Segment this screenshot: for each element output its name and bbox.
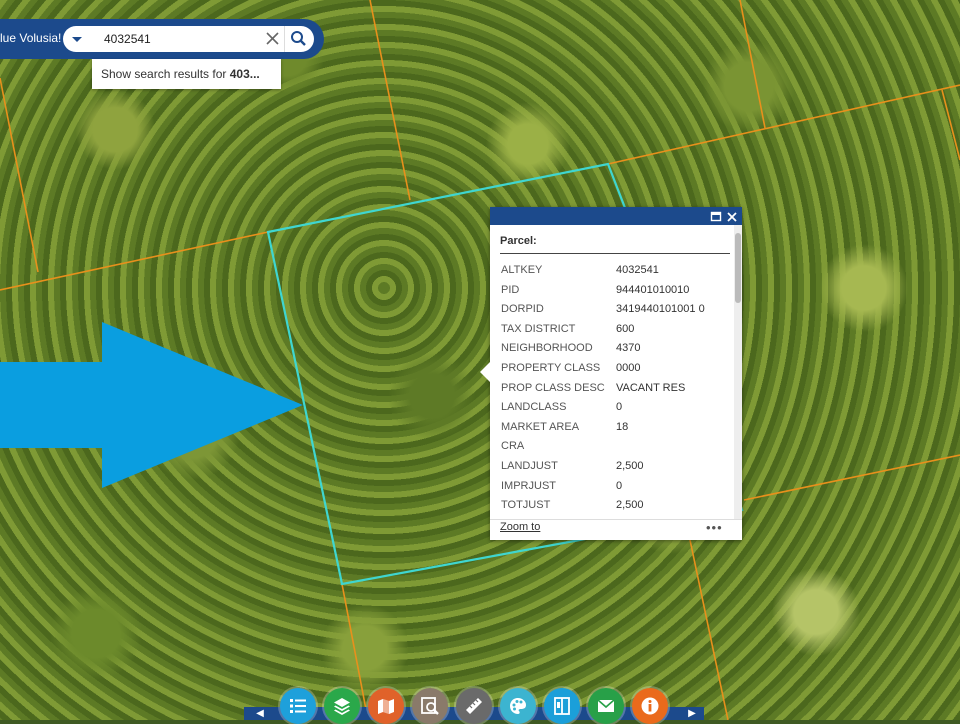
map-overlay xyxy=(0,0,960,720)
attribute-row: PROP CLASS DESC VACANT RES xyxy=(501,379,731,399)
attribute-row: LANDCLASS 0 xyxy=(501,398,731,418)
attribute-row: PROPERTY CLASS 0000 xyxy=(501,359,731,379)
attribute-label: PROPERTY CLASS xyxy=(501,361,601,374)
layers-tool-button[interactable] xyxy=(324,688,360,724)
identify-icon xyxy=(421,697,439,715)
mail-icon xyxy=(597,699,615,712)
attribute-row: NEIGHBORHOOD 4370 xyxy=(501,339,731,359)
toolbar-next-button[interactable]: ▶ xyxy=(682,707,702,720)
clear-search-button[interactable] xyxy=(262,26,284,52)
attribute-value: 600 xyxy=(616,322,635,335)
attribute-value: 4370 xyxy=(616,342,641,355)
parcel-line xyxy=(0,77,39,273)
attribute-row: TAX DISTRICT 600 xyxy=(501,320,731,340)
attribute-value: 4032541 xyxy=(616,264,659,276)
attribute-label: TOTJUST xyxy=(501,499,551,512)
app-label: lue Volusia! xyxy=(0,31,62,45)
close-icon xyxy=(266,32,279,45)
attribute-label: NEIGHBORHOOD xyxy=(501,342,593,355)
parcel-line xyxy=(607,84,960,165)
suggestion-prefix: Show search results for xyxy=(101,67,230,81)
search-suggestion[interactable]: Show search results for 403... xyxy=(92,59,281,89)
attribute-label: IMPRJUST xyxy=(501,479,556,492)
divider xyxy=(500,253,730,254)
search-button[interactable] xyxy=(284,26,314,52)
attribute-value: 0 xyxy=(616,401,623,414)
aerial-map[interactable] xyxy=(0,0,960,720)
attribute-label: LANDJUST xyxy=(501,459,558,472)
maximize-button[interactable] xyxy=(710,210,722,222)
parcel-line xyxy=(739,0,766,129)
attribute-label: DORPID xyxy=(501,303,544,316)
attribute-value: 2,500 xyxy=(616,459,644,472)
maximize-icon xyxy=(710,211,722,222)
parcel-line xyxy=(0,231,269,291)
attribute-label: PROP CLASS DESC xyxy=(501,381,605,394)
attribute-label: LANDCLASS xyxy=(501,401,567,414)
scrollbar-thumb[interactable] xyxy=(735,233,741,303)
attribute-label: MARKET AREA xyxy=(501,420,580,433)
attribute-row: DORPID 3419440101001 0 xyxy=(501,300,731,320)
attribute-value: 944401010010 xyxy=(616,283,690,296)
attribute-row: MARKET AREA 18 xyxy=(501,418,731,438)
attribute-row: LANDJUST 2,500 xyxy=(501,457,731,477)
parcel-line xyxy=(689,539,729,720)
draw-tool-button[interactable] xyxy=(500,688,536,724)
search-input[interactable] xyxy=(90,26,262,52)
suggestion-term: 403... xyxy=(229,67,260,81)
parcel-line xyxy=(743,454,960,501)
popup-header xyxy=(490,207,742,225)
attribute-row: ALTKEY 4032541 xyxy=(501,261,731,281)
search-source-dropdown[interactable] xyxy=(63,26,90,52)
attribute-value: 2,500 xyxy=(616,499,644,512)
ruler-icon xyxy=(466,698,482,714)
attribute-value: 0 xyxy=(616,479,623,492)
attribute-value: 3419440101001 0 xyxy=(616,303,705,316)
popup-pointer xyxy=(480,362,490,382)
palette-icon xyxy=(510,698,526,714)
share-tool-button[interactable] xyxy=(588,688,624,724)
close-icon xyxy=(727,212,737,222)
print-tool-button[interactable] xyxy=(544,688,580,724)
basemap-icon xyxy=(378,699,394,714)
legend-tool-button[interactable] xyxy=(280,688,316,724)
attribute-row: PID 944401010010 xyxy=(501,281,731,301)
layers-icon xyxy=(334,698,350,715)
info-icon xyxy=(641,697,659,715)
more-actions-button[interactable]: ••• xyxy=(706,520,723,535)
popup-footer: Zoom to ••• xyxy=(490,519,742,541)
toolbar-previous-button[interactable]: ◀ xyxy=(250,707,270,720)
close-popup-button[interactable] xyxy=(726,210,738,222)
attribute-label: ALTKEY xyxy=(501,264,543,276)
zoom-to-link[interactable]: Zoom to xyxy=(500,521,540,533)
attribute-label: PID xyxy=(501,283,520,296)
parcel-popup: Parcel: ALTKEY 4032541 PID 944401010010 DO… xyxy=(480,207,742,541)
attribute-value: VACANT RES xyxy=(616,381,686,394)
chevron-down-icon xyxy=(72,37,82,42)
parcel-line xyxy=(941,89,960,161)
popup-title: Parcel: xyxy=(500,235,537,247)
attribute-value: 0000 xyxy=(616,361,641,374)
attribute-row: CRA xyxy=(501,437,731,457)
annotation-arrow xyxy=(0,322,303,488)
basemap-tool-button[interactable] xyxy=(368,688,404,724)
search-bar: lue Volusia! xyxy=(0,19,324,59)
list-icon xyxy=(290,699,306,713)
attribute-value: 18 xyxy=(616,420,629,433)
search-icon xyxy=(291,31,306,46)
print-icon xyxy=(554,697,570,715)
about-tool-button[interactable] xyxy=(632,688,668,724)
attribute-label: TAX DISTRICT xyxy=(501,322,576,335)
attribute-label: CRA xyxy=(501,440,525,453)
popup-scrollbar[interactable] xyxy=(734,225,742,519)
measure-tool-button[interactable] xyxy=(456,688,492,724)
identify-tool-button[interactable] xyxy=(412,688,448,724)
popup-content[interactable]: Parcel: ALTKEY 4032541 PID 944401010010 DO… xyxy=(490,225,734,519)
attribute-table: ALTKEY 4032541 PID 944401010010 DORPID 3419… xyxy=(501,261,731,516)
attribute-row: IMPRJUST 0 xyxy=(501,477,731,497)
parcel-line xyxy=(369,0,411,201)
attribute-row: TOTJUST 2,500 xyxy=(501,496,731,516)
